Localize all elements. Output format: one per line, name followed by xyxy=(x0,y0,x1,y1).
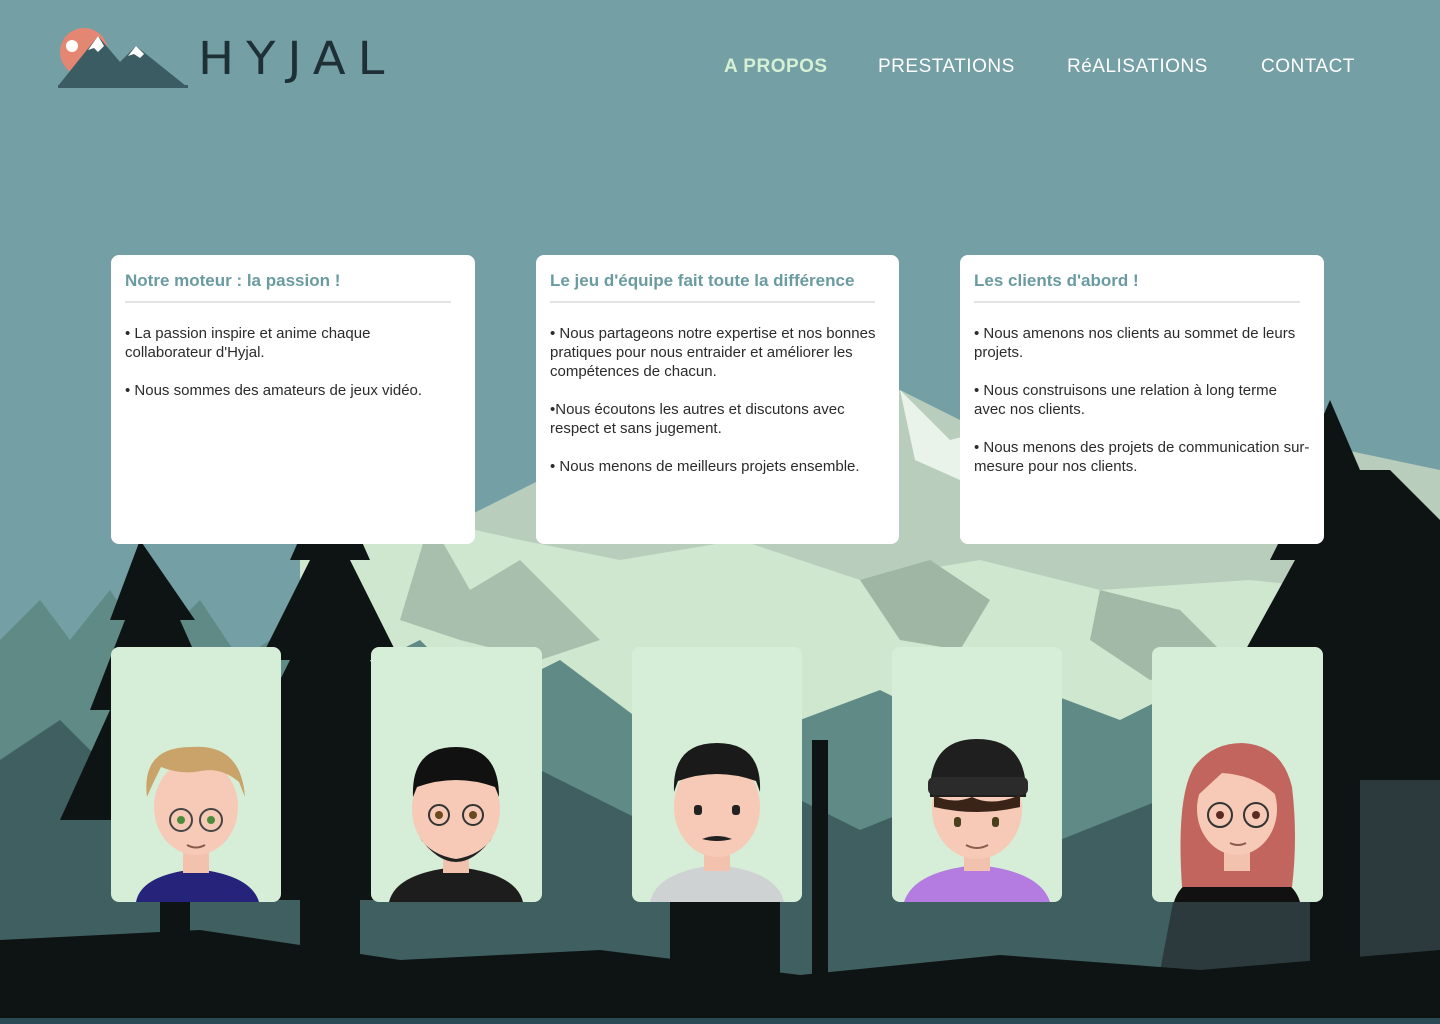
nav-item-contact[interactable]: CONTACT xyxy=(1261,56,1355,78)
blond-glasses-avatar-icon xyxy=(136,746,259,902)
card-point: • Nous construisons une relation à long … xyxy=(974,382,1277,418)
card-point: • Nous menons des projets de communicati… xyxy=(974,439,1310,475)
card-point: • Nous partageons notre expertise et nos… xyxy=(550,325,876,380)
nav-item-realisations[interactable]: RéALISATIONS xyxy=(1067,56,1208,78)
card-title: Les clients d'abord ! xyxy=(974,271,1300,303)
card-body: • La passion inspire et anime chaque col… xyxy=(125,324,461,400)
bearded-glasses-avatar-icon xyxy=(389,747,523,902)
mustache-avatar-icon xyxy=(650,743,784,902)
red-hair-glasses-avatar-icon xyxy=(1174,743,1300,902)
value-card-clients: Les clients d'abord ! • Nous amenons nos… xyxy=(960,255,1324,544)
card-body: • Nous partageons notre expertise et nos… xyxy=(550,324,885,476)
beanie-avatar-icon xyxy=(904,739,1050,902)
card-title: Le jeu d'équipe fait toute la différence xyxy=(550,271,875,303)
team-member-card[interactable] xyxy=(892,647,1062,902)
card-point: • Nous menons de meilleurs projets ensem… xyxy=(550,458,860,475)
team-member-card[interactable] xyxy=(1152,647,1323,902)
team-member-card[interactable] xyxy=(371,647,542,902)
team-member-card[interactable] xyxy=(632,647,802,902)
value-card-teamwork: Le jeu d'équipe fait toute la différence… xyxy=(536,255,899,544)
nav-item-prestations[interactable]: PRESTATIONS xyxy=(878,56,1015,78)
card-point: • La passion inspire et anime chaque col… xyxy=(125,325,371,361)
team-member-card[interactable] xyxy=(111,647,281,902)
nav-item-a-propos[interactable]: A PROPOS xyxy=(724,56,828,78)
card-title: Notre moteur : la passion ! xyxy=(125,271,451,303)
card-point: • Nous sommes des amateurs de jeux vidéo… xyxy=(125,382,423,399)
main-nav: A PROPOS PRESTATIONS RéALISATIONS CONTAC… xyxy=(0,56,1440,82)
card-body: • Nous amenons nos clients au sommet de … xyxy=(974,324,1310,476)
card-point: • Nous amenons nos clients au sommet de … xyxy=(974,325,1296,361)
card-point: •Nous écoutons les autres et discutons a… xyxy=(550,401,845,437)
value-card-passion: Notre moteur : la passion ! • La passion… xyxy=(111,255,475,544)
